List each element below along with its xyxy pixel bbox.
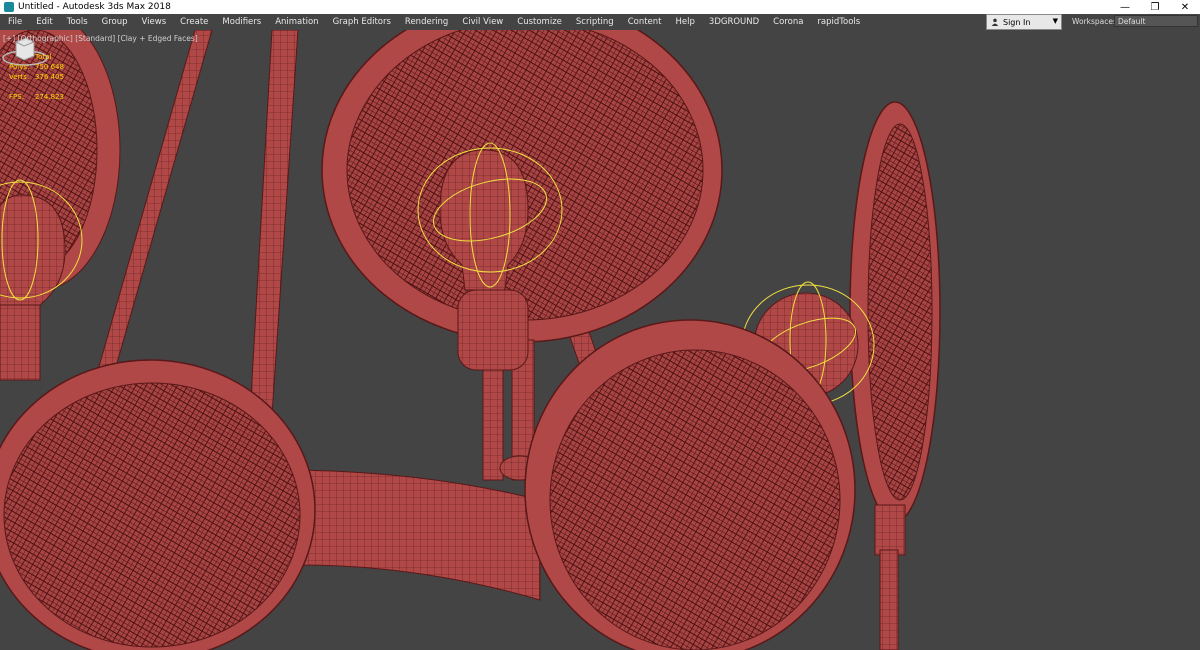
stats-header: Total	[35, 53, 52, 61]
verts-label: Verts:	[9, 73, 30, 81]
menu-content[interactable]: Content	[621, 17, 669, 27]
workspaces-value: Default	[1118, 16, 1146, 26]
menu-customize[interactable]: Customize	[510, 17, 569, 27]
menu-rendering[interactable]: Rendering	[398, 17, 455, 27]
menu-create[interactable]: Create	[173, 17, 215, 27]
fps-value: 274.823	[35, 93, 64, 101]
user-icon	[991, 18, 999, 26]
close-icon[interactable]: ✕	[1170, 0, 1200, 14]
sign-in-label: Sign In	[1003, 17, 1031, 27]
sign-in-button[interactable]: Sign In ▼	[986, 14, 1062, 30]
restore-icon[interactable]: ❐	[1140, 0, 1170, 14]
workspaces-select[interactable]: Default	[1114, 15, 1198, 27]
dropdown-caret-icon: ▼	[1052, 17, 1058, 25]
menu-3dground[interactable]: 3DGROUND	[702, 17, 766, 27]
ring-base	[279, 469, 541, 601]
minimize-icon[interactable]: —	[1110, 0, 1140, 14]
menu-civil-view[interactable]: Civil View	[455, 17, 510, 27]
menu-file[interactable]: File	[0, 17, 29, 27]
app-icon	[4, 2, 14, 12]
menu-animation[interactable]: Animation	[268, 17, 325, 27]
viewport-label[interactable]: [+] [Orthographic] [Standard] [Clay + Ed…	[3, 34, 198, 43]
viewport-stats: Total Polys: 750 648 Verts: 376 405 FPS:…	[9, 52, 64, 102]
menu-graph-editors[interactable]: Graph Editors	[326, 17, 398, 27]
menu-edit[interactable]: Edit	[29, 17, 59, 27]
fps-label: FPS:	[9, 93, 25, 101]
menu-tools[interactable]: Tools	[60, 17, 95, 27]
title-bar: Untitled - Autodesk 3ds Max 2018 — ❐ ✕	[0, 0, 1200, 14]
workspaces-label: Workspaces:	[1072, 17, 1120, 26]
viewport[interactable]	[0, 30, 1200, 650]
menu-scripting[interactable]: Scripting	[569, 17, 621, 27]
disc-bottom-center	[524, 319, 856, 650]
window-controls: — ❐ ✕	[1110, 0, 1200, 14]
window-title: Untitled - Autodesk 3ds Max 2018	[18, 2, 171, 12]
menu-modifiers[interactable]: Modifiers	[215, 17, 268, 27]
menu-views[interactable]: Views	[135, 17, 174, 27]
menu-group[interactable]: Group	[95, 17, 135, 27]
menu-corona[interactable]: Corona	[766, 17, 810, 27]
menu-help[interactable]: Help	[669, 17, 702, 27]
verts-value: 376 405	[35, 73, 64, 81]
polys-label: Polys:	[9, 63, 30, 71]
viewport-scene	[0, 30, 941, 650]
menu-rapidtools[interactable]: rapidTools	[810, 17, 867, 27]
polys-value: 750 648	[35, 63, 64, 71]
